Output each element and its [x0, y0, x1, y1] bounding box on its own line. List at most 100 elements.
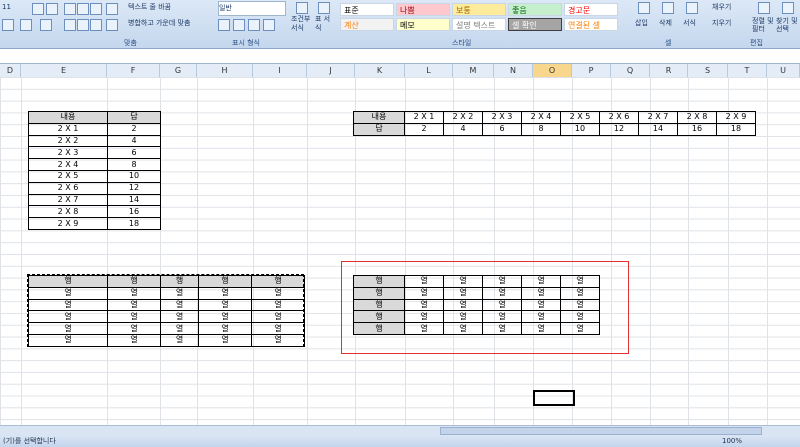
table-cell[interactable]: 2 X 4	[521, 111, 561, 124]
table-cell[interactable]: 행	[353, 310, 405, 324]
table-cell[interactable]: 열	[404, 275, 444, 288]
table-cell[interactable]: 열	[482, 322, 522, 335]
table-cell[interactable]: 행	[353, 322, 405, 335]
table-cell[interactable]: 6	[482, 122, 522, 136]
table-cell[interactable]: 행	[160, 275, 199, 288]
table-cell[interactable]: 2 X 7	[28, 193, 108, 207]
table-cell[interactable]: 2 X 3	[28, 146, 108, 160]
table-cell[interactable]: 2 X 9	[28, 217, 108, 230]
table-cell[interactable]: 열	[107, 333, 161, 347]
table-cell[interactable]: 열	[160, 298, 199, 312]
find-select-icon[interactable]	[782, 2, 794, 14]
cell-style-2[interactable]: 보통	[452, 3, 506, 16]
column-header-R[interactable]: R	[650, 64, 688, 77]
table-cell[interactable]: 2 X 7	[638, 111, 678, 124]
table-cell[interactable]: 열	[521, 275, 561, 288]
table-cell[interactable]: 열	[521, 310, 561, 324]
column-header-E[interactable]: E	[21, 64, 107, 77]
table-cell[interactable]: 열	[404, 286, 444, 300]
table-cell[interactable]: 2 X 5	[28, 169, 108, 183]
table-cell[interactable]: 열	[443, 275, 483, 288]
table-cell[interactable]: 열	[443, 310, 483, 324]
table-cell[interactable]: 열	[251, 310, 305, 324]
table-cell[interactable]: 2 X 8	[28, 205, 108, 219]
column-header-Q[interactable]: Q	[611, 64, 650, 77]
column-header-I[interactable]: I	[253, 64, 307, 77]
table-cell[interactable]: 열	[107, 298, 161, 312]
table-cell[interactable]: 4	[443, 122, 483, 136]
sort-filter-button[interactable]: 정렬 및 필터	[752, 17, 774, 33]
active-cell-selection[interactable]	[533, 390, 575, 406]
scroll-thumb[interactable]	[440, 427, 762, 435]
table-cell[interactable]: 열	[107, 310, 161, 324]
table-cell[interactable]: 열	[443, 298, 483, 312]
format-button[interactable]: 서식	[683, 17, 696, 30]
insert-button[interactable]: 삽입	[635, 17, 648, 30]
table-cell[interactable]: 열	[198, 310, 252, 324]
column-header-N[interactable]: N	[494, 64, 533, 77]
table-cell[interactable]: 열	[107, 322, 161, 335]
column-header-G[interactable]: G	[160, 64, 197, 77]
table-cell[interactable]: 열	[560, 310, 600, 324]
cell-style-7[interactable]: 설명 텍스트	[452, 18, 506, 31]
table-cell[interactable]: 열	[560, 298, 600, 312]
table-cell[interactable]: 2 X 2	[28, 134, 108, 148]
wrap-text-button[interactable]: 텍스트 줄 바꿈	[128, 1, 171, 14]
table-cell[interactable]: 2	[107, 122, 161, 136]
find-select-button[interactable]: 찾기 및 선택	[776, 17, 800, 33]
table-cell[interactable]: 16	[677, 122, 717, 136]
column-header-K[interactable]: K	[355, 64, 405, 77]
table-cell[interactable]: 열	[443, 322, 483, 335]
conditional-format-button[interactable]: 조건부 서식	[291, 15, 313, 32]
table-cell[interactable]: 열	[404, 310, 444, 324]
column-header-S[interactable]: S	[688, 64, 728, 77]
table-cell[interactable]: 2 X 8	[677, 111, 717, 124]
table-cell[interactable]: 10	[560, 122, 600, 136]
table-cell[interactable]: 열	[404, 298, 444, 312]
comma-icon[interactable]	[248, 19, 260, 31]
table-cell[interactable]: 2 X 1	[28, 122, 108, 136]
table-cell[interactable]: 6	[107, 146, 161, 160]
table-cell[interactable]: 행	[353, 298, 405, 312]
table-cell[interactable]: 18	[716, 122, 756, 136]
table-cell[interactable]: 열	[28, 286, 108, 300]
delete-button[interactable]: 삭제	[659, 17, 672, 30]
table-cell[interactable]: 열	[198, 333, 252, 347]
table-cell[interactable]: 10	[107, 169, 161, 183]
table-cell[interactable]: 내용	[353, 111, 405, 124]
table-cell[interactable]: 2	[404, 122, 444, 136]
delete-cells-icon[interactable]	[662, 2, 674, 14]
orientation-icon[interactable]	[106, 3, 118, 15]
table-cell[interactable]: 열	[28, 322, 108, 335]
table-cell[interactable]: 14	[107, 193, 161, 207]
table-cell[interactable]: 열	[198, 322, 252, 335]
font-size-box[interactable]: 11	[2, 1, 11, 14]
align-center-icon[interactable]	[77, 19, 89, 31]
table-cell[interactable]: 열	[482, 298, 522, 312]
table-cell[interactable]: 열	[251, 322, 305, 335]
cell-style-4[interactable]: 경고문	[564, 3, 618, 16]
column-header-U[interactable]: U	[767, 64, 800, 77]
table-cell[interactable]: 열	[107, 286, 161, 300]
table-cell[interactable]: 열	[482, 310, 522, 324]
table-cell[interactable]: 열	[482, 286, 522, 300]
table-cell[interactable]: 열	[404, 322, 444, 335]
column-header-T[interactable]: T	[728, 64, 767, 77]
column-header-P[interactable]: P	[572, 64, 611, 77]
table-cell[interactable]: 내용	[28, 111, 108, 124]
sort-filter-icon[interactable]	[758, 2, 770, 14]
cell-style-6[interactable]: 메모	[396, 18, 450, 31]
phonetic-icon[interactable]	[40, 19, 52, 31]
column-header-M[interactable]: M	[453, 64, 494, 77]
table-cell[interactable]: 12	[107, 181, 161, 195]
table-cell[interactable]: 열	[160, 286, 199, 300]
table-cell[interactable]: 8	[521, 122, 561, 136]
table-cell[interactable]: 열	[251, 333, 305, 347]
column-header-F[interactable]: F	[107, 64, 160, 77]
table-cell[interactable]: 열	[482, 275, 522, 288]
table-cell[interactable]: 열	[443, 286, 483, 300]
cell-style-9[interactable]: 연결된 셀	[564, 18, 618, 31]
table-cell[interactable]: 열	[160, 333, 199, 347]
font-color-icon[interactable]	[20, 19, 32, 31]
cell-style-5[interactable]: 계산	[340, 18, 394, 31]
